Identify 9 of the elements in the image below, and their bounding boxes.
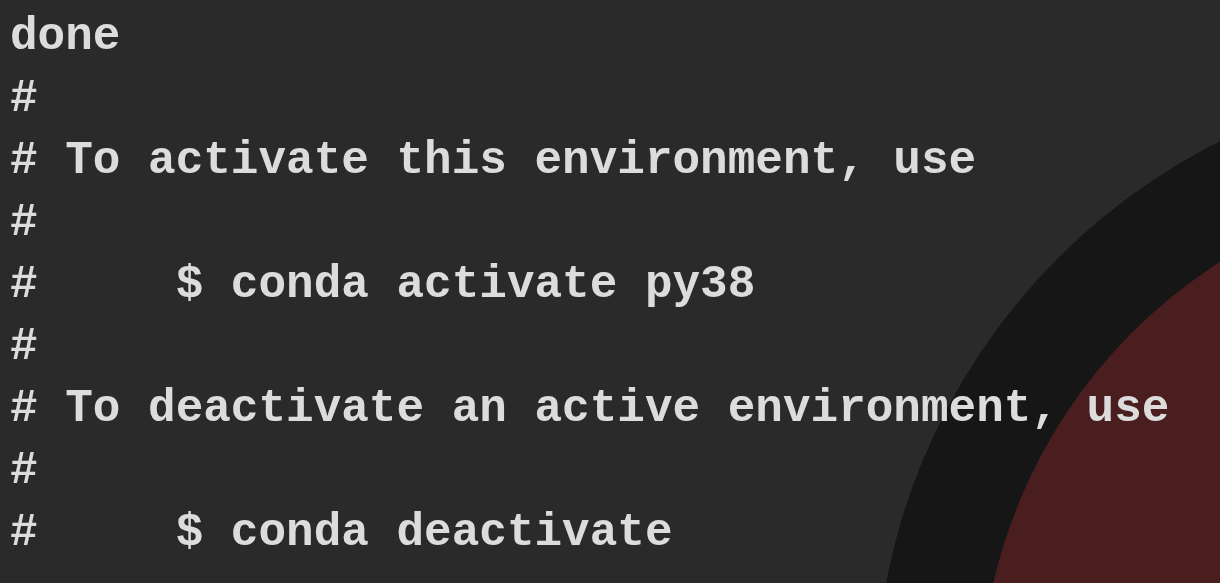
terminal-line: # <box>10 196 38 251</box>
terminal-line: # $ conda activate py38 <box>10 258 756 313</box>
terminal-line: # $ conda deactivate <box>10 506 673 561</box>
terminal-line: done <box>10 10 121 65</box>
terminal-line: # <box>10 72 38 127</box>
terminal-line: # To activate this environment, use <box>10 134 977 189</box>
terminal-line: # To deactivate an active environment, use <box>10 382 1170 437</box>
terminal-line: # <box>10 320 38 375</box>
terminal-line: # <box>10 444 38 499</box>
